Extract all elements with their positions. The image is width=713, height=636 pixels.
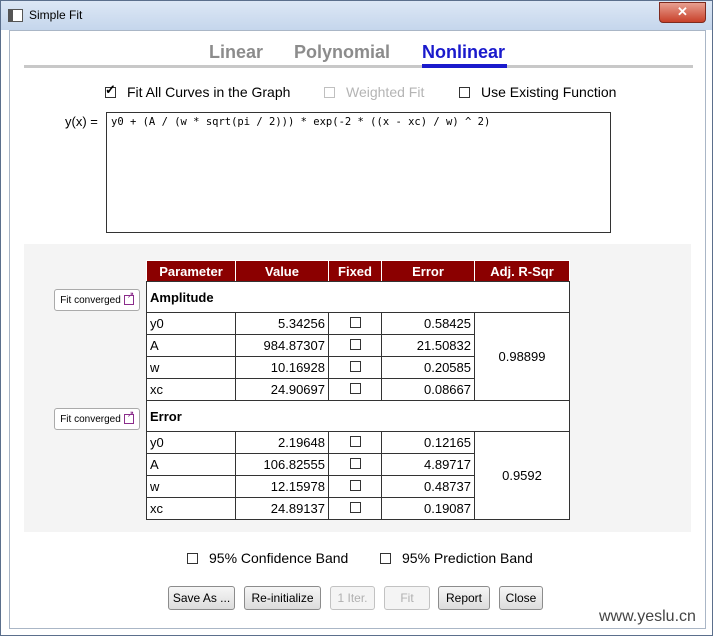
param-value: 10.16928 [235,356,329,379]
param-error: 0.19087 [381,497,475,520]
amplitude-fit-status-button[interactable]: Fit converged [54,289,140,311]
report-button[interactable]: Report [438,586,490,610]
header-error: Error [381,260,475,282]
fixed-checkbox[interactable] [349,502,361,513]
table-header-row: Parameter Value Fixed Error Adj. R-Sqr [146,260,570,282]
dialog-content: Linear Polynomial Nonlinear Fit All Curv… [9,30,706,629]
window-title: Simple Fit [29,8,83,22]
external-link-icon [123,409,134,424]
fit-results-table: Parameter Value Fixed Error Adj. R-Sqr A… [146,260,570,520]
group-name: Amplitude [146,281,570,313]
prediction-band-label: 95% Prediction Band [402,550,533,566]
param-error: 21.50832 [381,334,475,357]
param-name: y0 [146,312,236,335]
one-iteration-button: 1 Iter. [330,586,375,610]
weighted-fit-option: Weighted Fit [324,84,424,100]
param-value: 24.89137 [235,497,329,520]
formula-input[interactable]: y0 + (A / (w * sqrt(pi / 2))) * exp(-2 *… [106,112,611,233]
fixed-cell [328,497,382,520]
confidence-band-option[interactable]: 95% Confidence Band [187,550,348,566]
weighted-fit-label: Weighted Fit [346,84,425,100]
tab-nonlinear[interactable]: Nonlinear [422,42,505,63]
param-error: 0.12165 [381,431,475,454]
fit-button: Fit [384,586,430,610]
param-name: xc [146,497,236,520]
group-name: Error [146,400,570,432]
tab-strip-divider [24,65,693,68]
adj-r-sqr-value: 0.9592 [474,431,570,520]
weighted-fit-checkbox [324,86,335,98]
tab-polynomial[interactable]: Polynomial [294,42,390,63]
fixed-cell [328,453,382,476]
header-fixed: Fixed [328,260,382,282]
param-name: A [146,334,236,357]
adj-r-sqr-value: 0.98899 [474,312,570,401]
prediction-band-checkbox[interactable] [380,552,391,564]
fixed-checkbox[interactable] [349,317,361,328]
confidence-band-label: 95% Confidence Band [209,550,349,566]
app-window-icon [8,9,23,22]
error-fit-status-label: Fit converged [60,413,121,425]
param-name: y0 [146,431,236,454]
use-existing-function-option[interactable]: Use Existing Function [459,84,616,100]
param-value: 106.82555 [235,453,329,476]
fixed-cell [328,334,382,357]
param-value: 5.34256 [235,312,329,335]
watermark-text: www.yeslu.cn [599,608,696,625]
fixed-checkbox[interactable] [349,383,361,394]
fixed-checkbox[interactable] [349,361,361,372]
fixed-cell [328,475,382,498]
fixed-checkbox[interactable] [349,458,361,469]
table-row: y0 2.19648 0.12165 0.9592 [146,431,570,520]
param-error: 0.20585 [381,356,475,379]
use-existing-function-label: Use Existing Function [481,84,617,100]
fit-all-curves-checkbox[interactable] [105,82,116,98]
external-link-icon [123,290,134,305]
param-name: w [146,356,236,379]
param-error: 4.89717 [381,453,475,476]
param-error: 0.48737 [381,475,475,498]
param-error: 0.08667 [381,378,475,401]
reinitialize-button[interactable]: Re-initialize [244,586,321,610]
fixed-cell [328,312,382,335]
fixed-checkbox[interactable] [349,436,361,447]
active-tab-indicator [422,64,507,68]
window-close-button[interactable]: ✕ [659,2,706,23]
param-value: 12.15978 [235,475,329,498]
error-fit-status-button[interactable]: Fit converged [54,408,140,430]
fit-all-curves-label: Fit All Curves in the Graph [127,84,291,100]
param-value: 24.90697 [235,378,329,401]
group-row-amplitude: Amplitude [146,281,570,313]
prediction-band-option[interactable]: 95% Prediction Band [380,550,533,566]
close-button[interactable]: Close [499,586,543,610]
param-value: 2.19648 [235,431,329,454]
param-name: w [146,475,236,498]
group-row-error: Error [146,400,570,432]
header-adj-r-sqr: Adj. R-Sqr [474,260,570,282]
fixed-checkbox[interactable] [349,480,361,491]
confidence-band-checkbox[interactable] [187,552,198,564]
save-as-button[interactable]: Save As ... [168,586,235,610]
header-value: Value [235,260,329,282]
fixed-cell [328,378,382,401]
fixed-cell [328,356,382,379]
param-value: 984.87307 [235,334,329,357]
use-existing-function-checkbox[interactable] [459,86,470,98]
amplitude-fit-status-label: Fit converged [60,294,121,306]
fixed-cell [328,431,382,454]
header-parameter: Parameter [146,260,236,282]
fixed-checkbox[interactable] [349,339,361,350]
table-row: y0 5.34256 0.58425 0.98899 [146,312,570,401]
simple-fit-window: Simple Fit ✕ Linear Polynomial Nonlinear… [0,0,713,636]
tab-linear[interactable]: Linear [209,42,263,63]
param-error: 0.58425 [381,312,475,335]
formula-label: y(x) = [65,114,98,129]
param-name: A [146,453,236,476]
param-name: xc [146,378,236,401]
title-bar: Simple Fit ✕ [1,1,712,30]
fit-all-curves-option[interactable]: Fit All Curves in the Graph [105,82,291,100]
